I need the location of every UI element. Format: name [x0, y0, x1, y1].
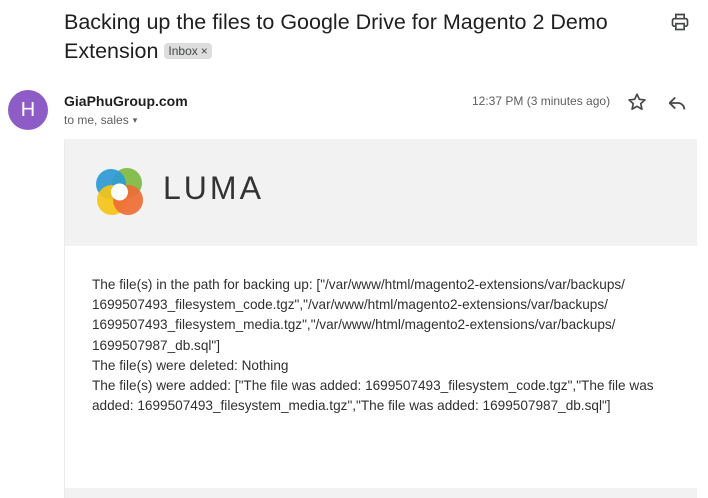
luma-logo-icon: [96, 168, 143, 215]
recipients-toggle[interactable]: to me, sales ▾: [64, 113, 137, 127]
inbox-label-badge: Inbox ×: [164, 43, 212, 59]
chevron-down-icon: ▾: [132, 115, 138, 125]
print-icon: [671, 13, 689, 31]
email-timestamp: 12:37 PM (3 minutes ago): [472, 94, 611, 108]
email-body: LUMA The file(s) in the path for backing…: [64, 139, 697, 498]
brand-name: LUMA: [163, 170, 264, 206]
label-text: Inbox: [168, 44, 198, 58]
reply-icon: [668, 96, 686, 110]
email-footer-band: [65, 488, 697, 498]
print-button[interactable]: [670, 12, 690, 32]
remove-label-button[interactable]: ×: [201, 44, 208, 58]
sender-avatar[interactable]: H: [8, 90, 48, 130]
email-subject: Backing up the files to Google Drive for…: [64, 8, 654, 66]
star-icon: [628, 93, 646, 110]
star-button[interactable]: [626, 91, 648, 113]
message-line-added: The file(s) were added: ["The file was a…: [92, 378, 654, 414]
subject-text: Backing up the files to Google Drive for…: [64, 10, 608, 63]
reply-button[interactable]: [666, 92, 688, 114]
message-line-deleted: The file(s) were deleted: Nothing: [92, 357, 289, 373]
message-line-backup-paths: The file(s) in the path for backing up: …: [92, 277, 625, 353]
email-message: The file(s) in the path for backing up: …: [92, 275, 682, 416]
sender-name[interactable]: GiaPhuGroup.com: [64, 93, 188, 109]
recipients-text: to me, sales: [64, 113, 129, 127]
brand-header: LUMA: [65, 139, 697, 246]
